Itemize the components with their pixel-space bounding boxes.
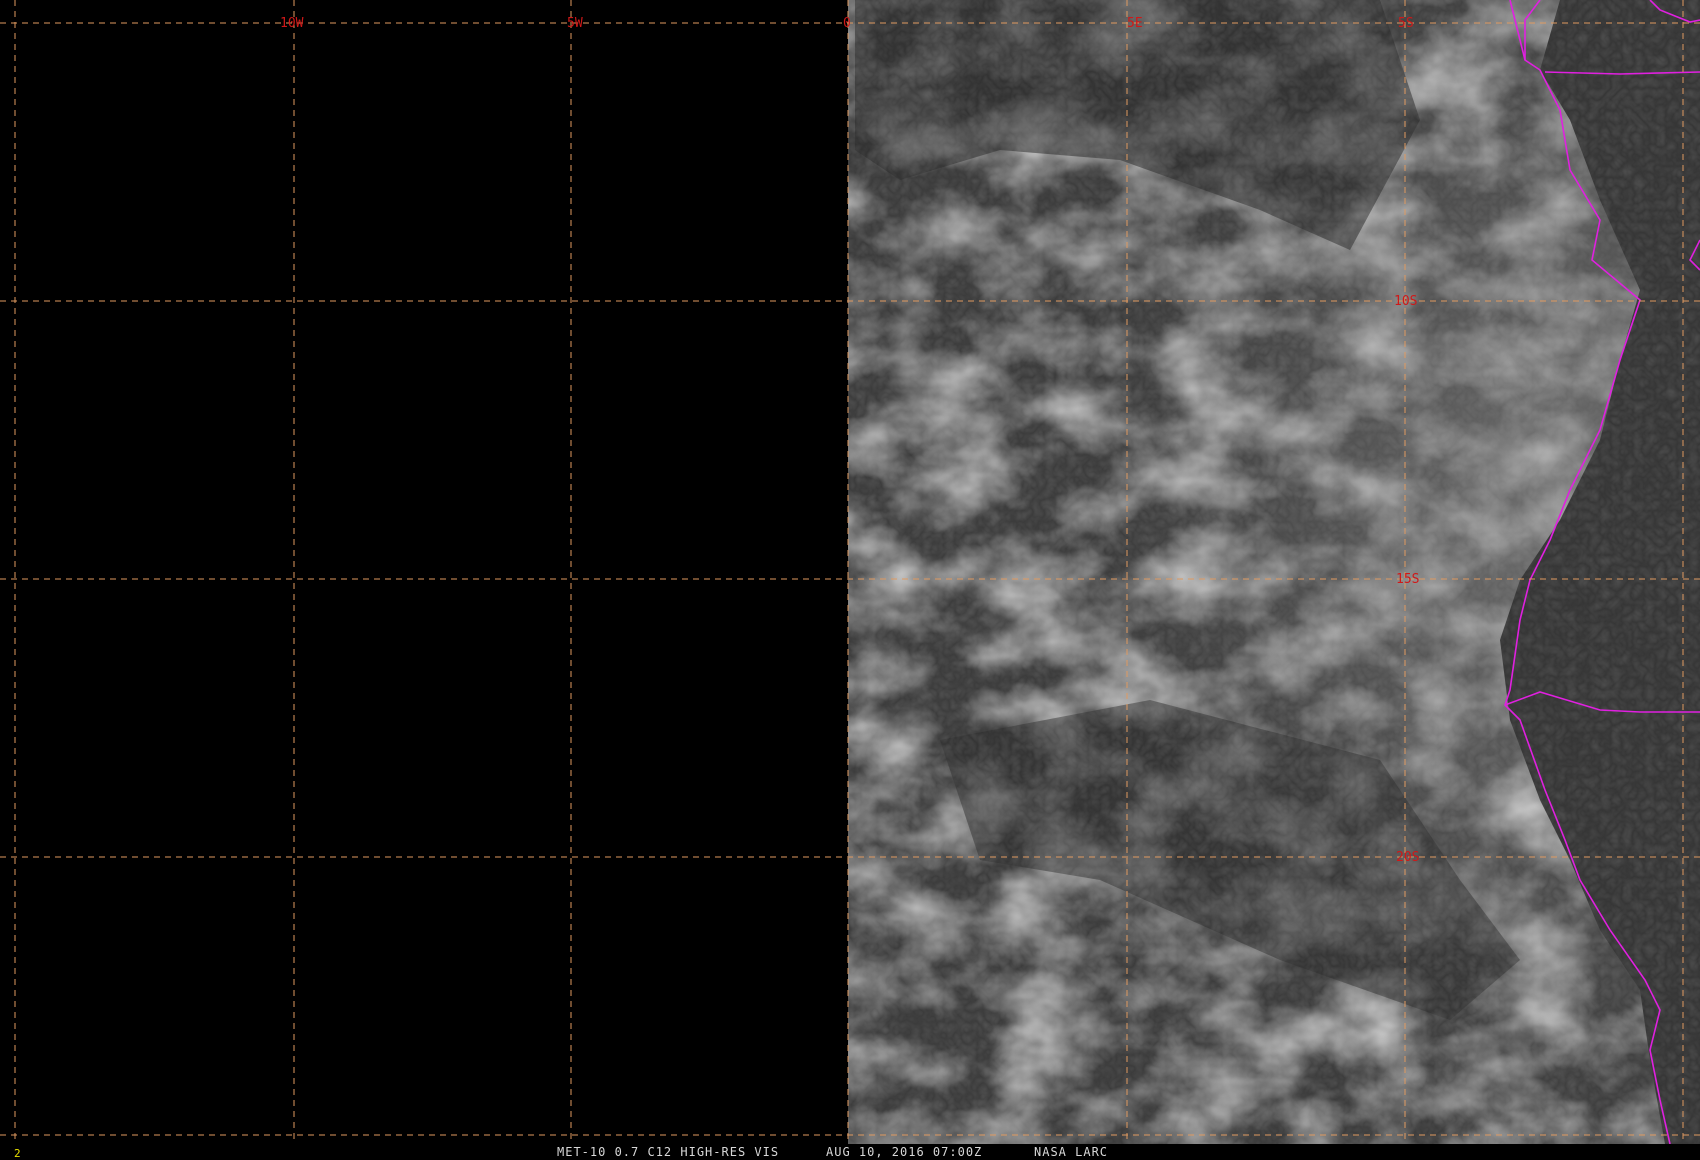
lon-label-5w: 5W: [567, 16, 583, 31]
lon-label-0: 0: [843, 16, 851, 31]
product-label: MET-10 0.7 C12 HIGH-RES VIS: [557, 1145, 780, 1159]
datetime-label: AUG 10, 2016 07:00Z: [826, 1145, 983, 1159]
source-label: NASA LARC: [1034, 1145, 1109, 1159]
lon-label-10w: 10W: [280, 16, 304, 31]
lat-label-20s: 20S: [1396, 850, 1419, 865]
satellite-map[interactable]: 10W 5W 0 5E 5S 10S 15S 20S 2 MET-10 0.7 …: [0, 0, 1700, 1160]
lat-label-15s: 15S: [1396, 572, 1419, 587]
lat-label-5s: 5S: [1398, 16, 1414, 31]
satellite-imagery-canvas[interactable]: 10W 5W 0 5E 5S 10S 15S 20S: [0, 0, 1700, 1160]
frame-number: 2: [14, 1147, 21, 1160]
imagery-region: [848, 0, 1700, 1144]
lat-label-10s: 10S: [1394, 294, 1417, 309]
texture-layer: [848, 0, 1700, 1144]
lon-label-5e: 5E: [1127, 16, 1143, 31]
